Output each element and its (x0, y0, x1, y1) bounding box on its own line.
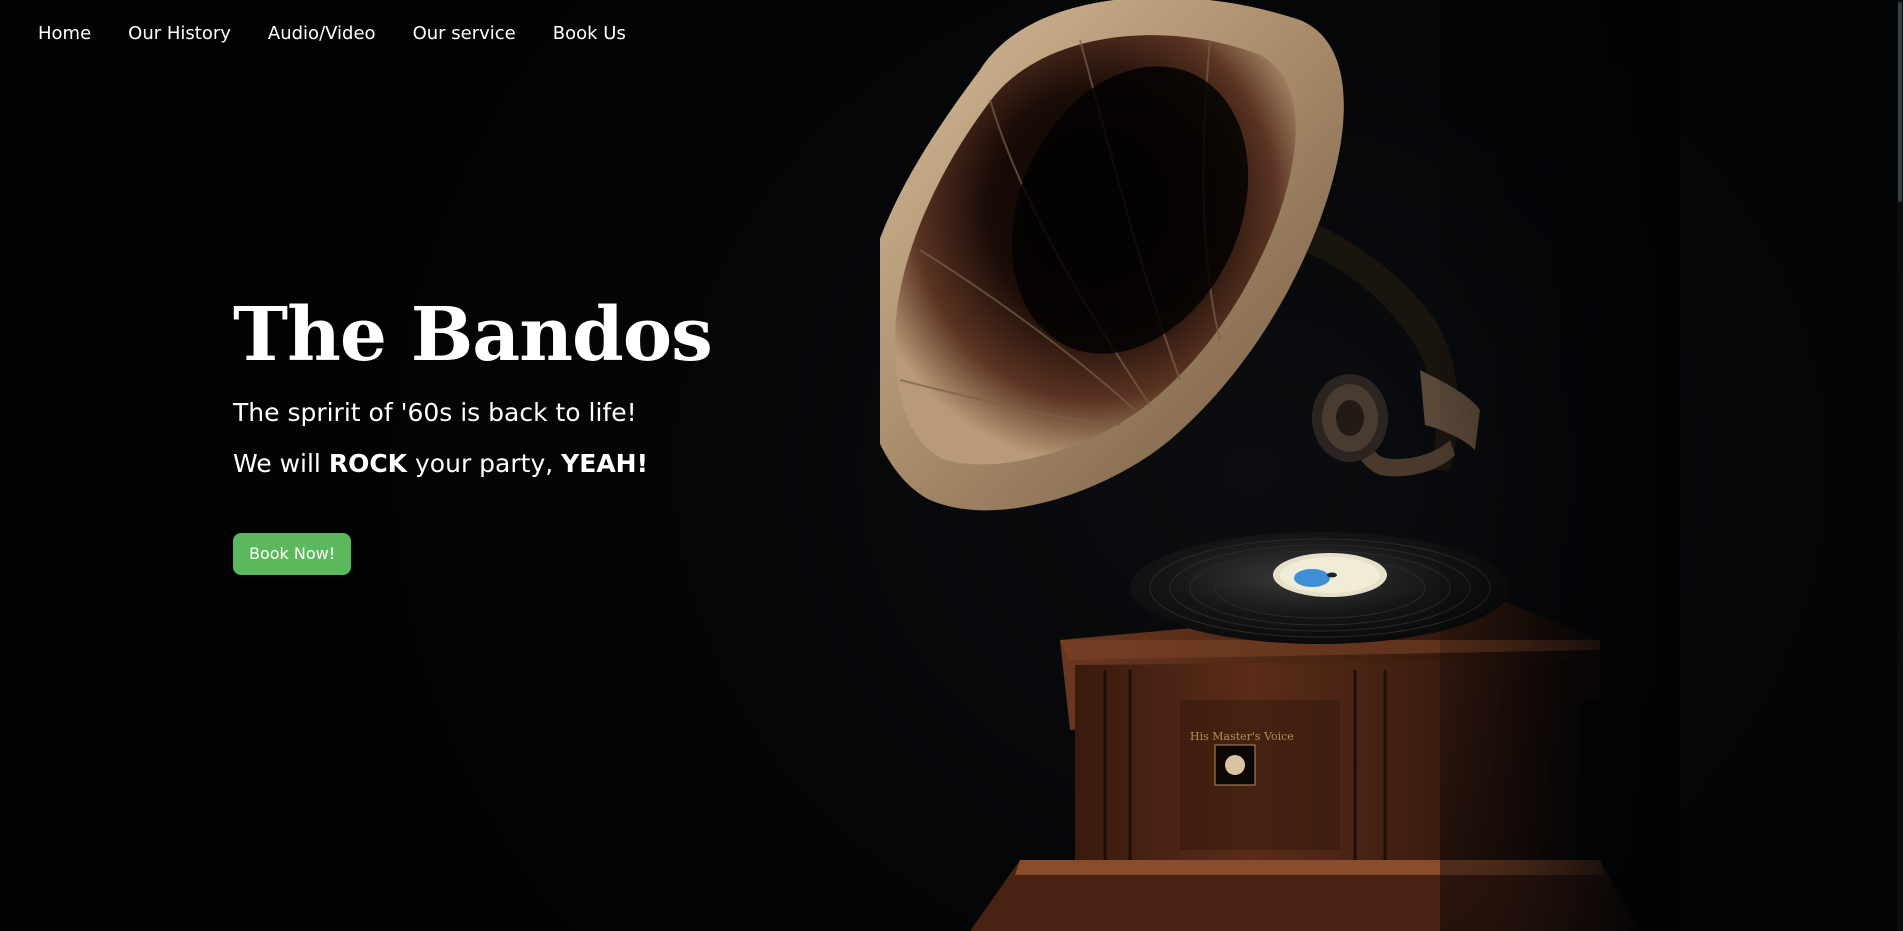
svg-text:His Master's Voice: His Master's Voice (1190, 730, 1294, 743)
gramophone-image: His Master's Voice (880, 0, 1680, 931)
nav-our-history[interactable]: Our History (128, 23, 231, 44)
main-nav: Home Our History Audio/Video Our service… (0, 0, 1903, 66)
scrollbar-thumb[interactable] (1898, 2, 1902, 202)
nav-home[interactable]: Home (38, 23, 91, 44)
tagline2-pre: We will (233, 449, 329, 478)
tagline2-yeah: YEAH! (561, 449, 648, 478)
book-now-button[interactable]: Book Now! (233, 533, 352, 575)
tagline2-mid: your party, (407, 449, 562, 478)
hero-tagline-2: We will ROCK your party, YEAH! (233, 447, 712, 481)
nav-our-service[interactable]: Our service (413, 23, 516, 44)
hero-tagline: The spririt of '60s is back to life! (233, 398, 637, 427)
hero-title: The Bandos (233, 292, 713, 378)
nav-book-us[interactable]: Book Us (553, 23, 626, 44)
tagline2-rock: ROCK (328, 449, 408, 478)
hero-content: The Bandos The spririt of '60s is back t… (233, 288, 713, 575)
hero-section: His Master's Voice Home Our History Audi… (0, 0, 1903, 931)
nav-audio-video[interactable]: Audio/Video (268, 23, 376, 44)
page-scrollbar[interactable] (1897, 0, 1903, 931)
